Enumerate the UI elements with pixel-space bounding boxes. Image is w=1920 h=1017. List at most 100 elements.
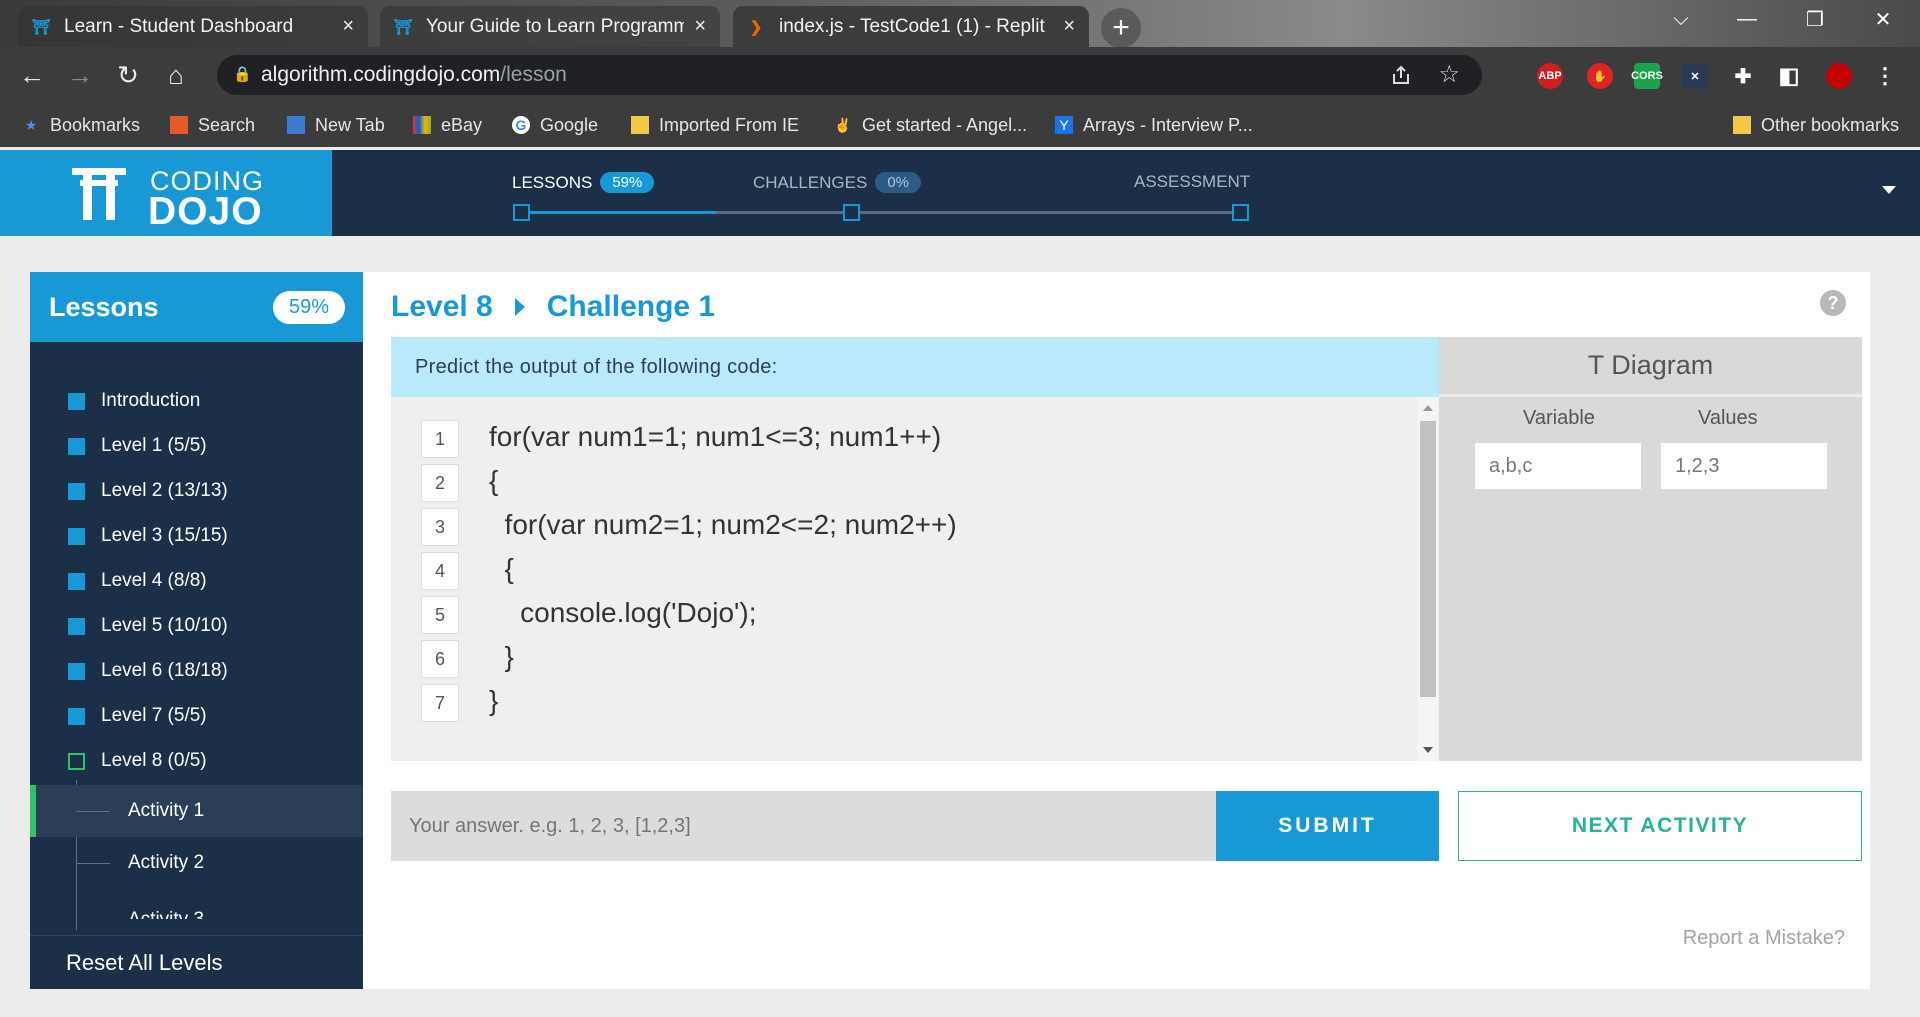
report-mistake-link[interactable]: Report a Mistake?	[1683, 927, 1845, 950]
step-challenges[interactable]: CHALLENGES 0%	[753, 172, 922, 193]
submit-button[interactable]: SUBMIT	[1216, 791, 1439, 861]
scroll-up-icon[interactable]	[1423, 405, 1433, 411]
level-label: Level 2 (13/13)	[101, 480, 228, 501]
help-icon[interactable]: ?	[1820, 290, 1846, 316]
complete-square-icon	[68, 707, 85, 725]
step-assessment[interactable]: ASSESSMENT	[1134, 172, 1250, 192]
folder-icon	[631, 116, 649, 134]
code-line: for(var num1=1; num1<=3; num1++)	[489, 421, 942, 452]
bookmark-label: Get started - Angel...	[862, 114, 1028, 135]
side-panel-icon[interactable]: ◧	[1776, 63, 1802, 89]
bookmark-item[interactable]: Search	[170, 112, 255, 138]
ebay-favicon	[413, 116, 431, 134]
code-scrollbar[interactable]	[1417, 397, 1439, 761]
step-badge: 59%	[600, 172, 655, 193]
extensions-puzzle-icon[interactable]: ✚	[1730, 63, 1756, 89]
bookmark-item[interactable]: Y Arrays - Interview P...	[1055, 112, 1253, 138]
stop-extension-icon[interactable]: ✋	[1587, 63, 1613, 89]
sidebar-item-level-4[interactable]: Level 4 (8/8)	[68, 570, 207, 592]
line-number: 4	[421, 552, 459, 590]
line-number: 6	[421, 640, 459, 678]
challenge-panel: Level 8 Challenge 1 ? Predict the output…	[363, 272, 1870, 989]
bookmark-item[interactable]: ★ Bookmarks	[22, 112, 140, 138]
restore-button[interactable]: ❐	[1790, 0, 1840, 38]
step-label: LESSONS	[512, 172, 593, 192]
browser-tab-replit[interactable]: ❯ index.js - TestCode1 (1) - Replit ×	[733, 6, 1089, 47]
activity-label: Activity 1	[128, 800, 205, 821]
variable-column-header: Variable	[1523, 407, 1595, 429]
folder-icon	[1733, 116, 1751, 134]
sidebar-activity-3[interactable]: Activity 3	[30, 889, 363, 919]
star-icon: ★	[24, 116, 38, 133]
tab-title: index.js - TestCode1 (1) - Replit	[779, 15, 1045, 37]
share-icon[interactable]	[1390, 64, 1412, 86]
sidebar-item-level-3[interactable]: Level 3 (15/15)	[68, 525, 228, 547]
bookmark-item[interactable]: New Tab	[287, 112, 385, 138]
sidebar-item-level-1[interactable]: Level 1 (5/5)	[68, 435, 207, 457]
tab-search-dropdown-icon[interactable]: ⌵	[1656, 0, 1706, 38]
url-path: /lesson	[500, 63, 567, 86]
sidebar-item-level-7[interactable]: Level 7 (5/5)	[68, 705, 207, 727]
tab-title: Learn - Student Dashboard	[64, 15, 294, 37]
browser-toolbar: ← → ↻ ⌂ 🔒 algorithm.codingdojo.com/lesso…	[0, 47, 1920, 103]
chevron-down-icon[interactable]	[1882, 186, 1896, 194]
t-diagram: T Diagram Variable Values a,b,c 1,2,3	[1439, 337, 1862, 761]
minimize-button[interactable]: —	[1722, 0, 1772, 38]
answer-input[interactable]	[391, 791, 1216, 861]
url-host: algorithm.codingdojo.com	[261, 63, 501, 86]
close-icon[interactable]: ×	[694, 15, 706, 38]
bookmark-item[interactable]: Imported From IE	[631, 112, 799, 138]
sidebar-header: Lessons 59%	[30, 272, 363, 342]
menu-kebab-icon[interactable]: ⋮	[1872, 63, 1898, 89]
new-tab-button[interactable]: +	[1101, 8, 1141, 48]
close-icon[interactable]: ×	[1063, 15, 1075, 38]
reset-all-levels-button[interactable]: Reset All Levels	[30, 935, 363, 989]
adblock-extension-icon[interactable]: ABP	[1537, 63, 1563, 89]
values-input[interactable]: 1,2,3	[1661, 443, 1827, 489]
progress-node-lessons	[513, 204, 530, 221]
scroll-down-icon[interactable]	[1423, 747, 1433, 753]
close-icon[interactable]: ×	[342, 15, 354, 38]
variable-input[interactable]: a,b,c	[1475, 443, 1641, 489]
progress-node-assessment	[1232, 204, 1249, 221]
bookmark-item[interactable]: G Google	[512, 112, 598, 138]
browser-tab-learn[interactable]: ⛩ Learn - Student Dashboard ×	[18, 6, 368, 47]
complete-square-icon	[68, 437, 85, 455]
bookmark-item[interactable]: eBay	[413, 112, 482, 138]
line-number: 3	[421, 508, 459, 546]
scrollbar-thumb[interactable]	[1420, 421, 1436, 697]
line-number: 7	[421, 684, 459, 722]
reload-icon[interactable]: ↻	[110, 57, 146, 93]
code-viewer[interactable]: 1 for(var num1=1; num1<=3; num1++) 2 { 3…	[391, 397, 1439, 761]
bookmark-label: New Tab	[315, 114, 385, 135]
browser-tab-guide[interactable]: ⛩ Your Guide to Learn Programmin ×	[380, 6, 720, 47]
tool-extension-icon[interactable]: ✕	[1682, 63, 1708, 89]
sidebar-item-level-2[interactable]: Level 2 (13/13)	[68, 480, 228, 502]
sidebar-item-level-8[interactable]: Level 8 (0/5)	[68, 750, 207, 772]
profile-avatar[interactable]	[1826, 63, 1852, 89]
window-close-button[interactable]: ✕	[1858, 0, 1908, 38]
bookmark-label: Other bookmarks	[1761, 114, 1900, 135]
other-bookmarks[interactable]: Other bookmarks	[1733, 112, 1899, 138]
home-icon[interactable]: ⌂	[158, 57, 194, 93]
forward-icon[interactable]: →	[62, 57, 98, 93]
sidebar-item-level-6[interactable]: Level 6 (18/18)	[68, 660, 228, 682]
next-activity-button[interactable]: NEXT ACTIVITY	[1458, 791, 1862, 861]
complete-square-icon	[68, 662, 85, 680]
star-bookmark-icon[interactable]: ☆	[1438, 60, 1460, 89]
level-label: Introduction	[101, 390, 201, 411]
level-label: Level 4 (8/8)	[101, 570, 207, 591]
step-lessons[interactable]: LESSONS 59%	[512, 172, 655, 193]
angel-favicon: ✌	[834, 116, 852, 133]
back-icon[interactable]: ←	[14, 57, 50, 93]
cors-extension-icon[interactable]: CORS	[1631, 63, 1663, 89]
level-label: Level 5 (10/10)	[101, 615, 228, 636]
sidebar-item-introduction[interactable]: Introduction	[68, 390, 200, 412]
level-label: Level 1 (5/5)	[101, 435, 207, 456]
breadcrumb-level[interactable]: Level 8	[391, 290, 493, 324]
address-bar[interactable]: 🔒 algorithm.codingdojo.com/lesson ☆	[217, 55, 1482, 95]
replit-icon: ❯	[749, 18, 763, 36]
bookmark-item[interactable]: ✌ Get started - Angel...	[834, 112, 1027, 138]
coding-dojo-logo[interactable]: CODING DOJO	[0, 150, 332, 236]
sidebar-item-level-5[interactable]: Level 5 (10/10)	[68, 615, 228, 637]
